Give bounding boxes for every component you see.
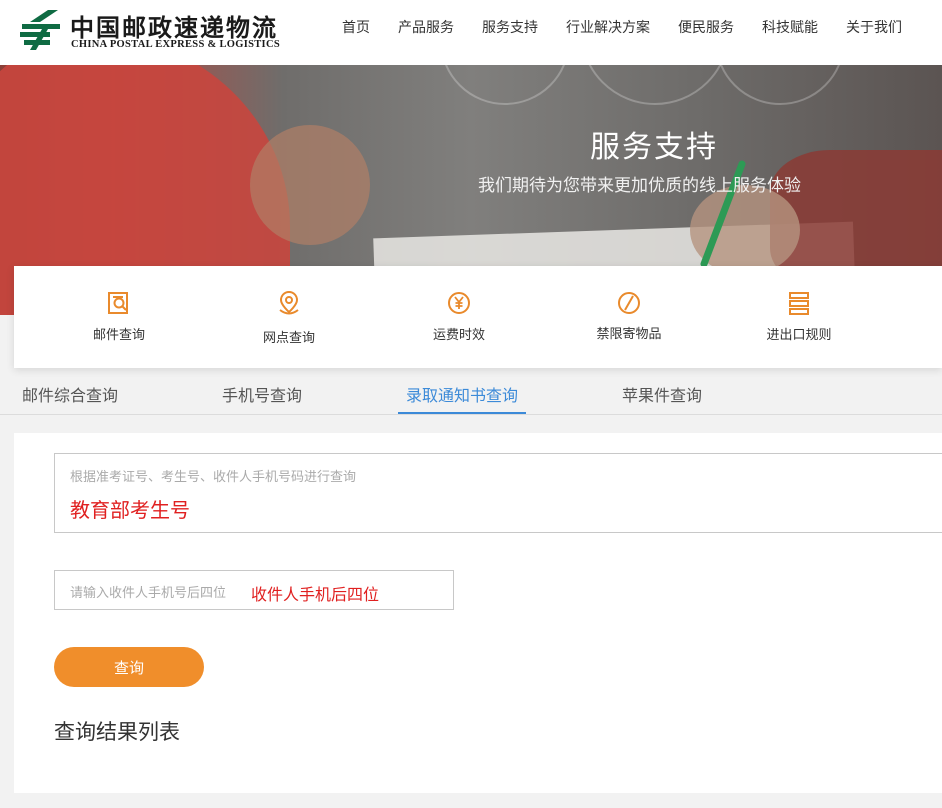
phone-last4-input[interactable]: 请输入收件人手机号后四位 收件人手机后四位 [54,570,454,610]
nav-technology[interactable]: 科技赋能 [748,17,832,37]
nav-about[interactable]: 关于我们 [832,17,916,37]
service-label: 运费时效 [432,328,485,343]
yuan-clock-icon [448,292,470,314]
mail-search-icon [108,292,128,314]
logo-text-en: CHINA POSTAL EXPRESS & LOGISTICS [71,39,280,50]
banner-photo-shape [250,125,370,245]
service-quick-links: 邮件查询 网点查询 运费时效 禁限寄物品 进出口规则 [14,266,942,368]
phone-input-annotation: 收件人手机后四位 [251,585,380,604]
logo-text-cn: 中国邮政速递物流 [70,13,278,42]
exam-input-placeholder: 根据准考证号、考生号、收件人手机号码进行查询 [70,470,357,485]
service-import-export-rules[interactable]: 进出口规则 [739,266,859,368]
service-mail-query[interactable]: 邮件查询 [59,266,179,368]
customs-rule-icon [789,292,809,315]
site-header: 中国邮政速递物流 CHINA POSTAL EXPRESS & LOGISTIC… [0,0,942,65]
service-prohibited-items[interactable]: 禁限寄物品 [569,266,689,368]
service-label: 网点查询 [262,331,315,346]
china-post-logo-icon [20,10,60,50]
query-tabs: 邮件综合查询 手机号查询 录取通知书查询 苹果件查询 [0,380,942,415]
service-label: 禁限寄物品 [596,327,662,342]
nav-convenience[interactable]: 便民服务 [664,17,748,37]
tab-admission-letter-query[interactable]: 录取通知书查询 [398,380,527,414]
service-outlet-query[interactable]: 网点查询 [229,266,349,368]
tab-apple-parcel-query[interactable]: 苹果件查询 [622,380,702,414]
result-list-title: 查询结果列表 [54,720,180,744]
phone-input-placeholder: 请输入收件人手机号后四位 [70,586,227,601]
exam-number-input[interactable]: 根据准考证号、考生号、收件人手机号码进行查询 教育部考生号 [54,453,942,533]
prohibited-icon [618,292,640,314]
service-label: 邮件查询 [92,328,145,343]
exam-input-annotation: 教育部考生号 [70,498,190,522]
service-fee-timeliness[interactable]: 运费时效 [399,266,519,368]
query-button[interactable]: 查询 [54,647,204,687]
tab-phone-query[interactable]: 手机号查询 [222,380,302,414]
nav-support[interactable]: 服务支持 [468,17,552,37]
nav-home[interactable]: 首页 [328,17,384,37]
brand-logo[interactable]: 中国邮政速递物流 CHINA POSTAL EXPRESS & LOGISTIC… [18,6,280,56]
banner-subtitle: 我们期待为您带来更加优质的线上服务体验 [478,176,801,196]
query-form-panel: 根据准考证号、考生号、收件人手机号码进行查询 教育部考生号 请输入收件人手机号后… [14,433,942,793]
nav-solutions[interactable]: 行业解决方案 [552,17,664,37]
banner-decor [715,65,845,105]
location-pin-icon [279,290,299,315]
service-label: 进出口规则 [766,328,832,343]
tab-comprehensive-query[interactable]: 邮件综合查询 [22,380,118,414]
banner-title: 服务支持 [590,130,718,165]
nav-products[interactable]: 产品服务 [384,17,468,37]
banner-decor [580,65,730,105]
main-nav: 首页 产品服务 服务支持 行业解决方案 便民服务 科技赋能 关于我们 [328,0,916,54]
banner-decor [440,65,570,105]
